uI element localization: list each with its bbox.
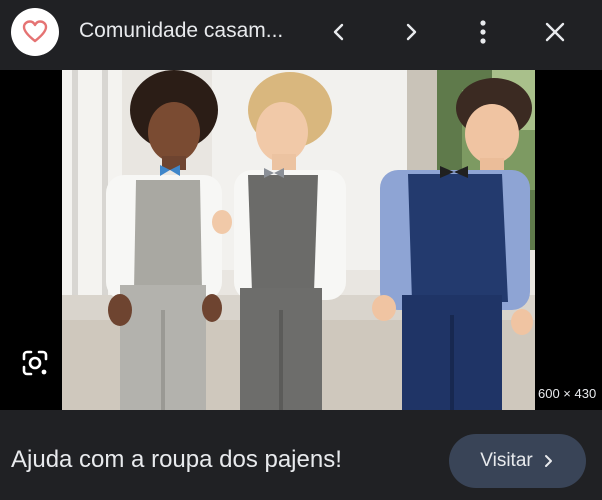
chevron-right-icon xyxy=(406,23,417,41)
heart-icon xyxy=(22,20,48,43)
visit-button[interactable]: Visitar xyxy=(449,434,586,488)
site-title[interactable]: Comunidade casam... xyxy=(79,19,289,43)
close-button[interactable] xyxy=(537,14,573,50)
more-vert-icon xyxy=(480,20,486,44)
chevron-left-icon xyxy=(333,23,344,41)
preview-photo[interactable] xyxy=(62,70,535,410)
site-logo[interactable] xyxy=(11,8,59,56)
lens-search-button[interactable] xyxy=(18,346,52,380)
image-preview-frame: 600 × 430 xyxy=(0,70,602,410)
lens-search-icon xyxy=(22,350,48,376)
more-options-button[interactable] xyxy=(465,14,501,50)
previous-button[interactable] xyxy=(321,14,357,50)
image-dimensions: 600 × 430 xyxy=(538,386,597,401)
next-button[interactable] xyxy=(393,14,429,50)
photo-illustration xyxy=(62,70,535,410)
viewer-header: Comunidade casam... xyxy=(0,0,602,64)
visit-button-label: Visitar xyxy=(480,450,533,471)
image-caption[interactable]: Ajuda com a roupa dos pajens! xyxy=(11,446,342,474)
chevron-right-icon xyxy=(544,455,552,467)
close-icon xyxy=(545,22,565,42)
